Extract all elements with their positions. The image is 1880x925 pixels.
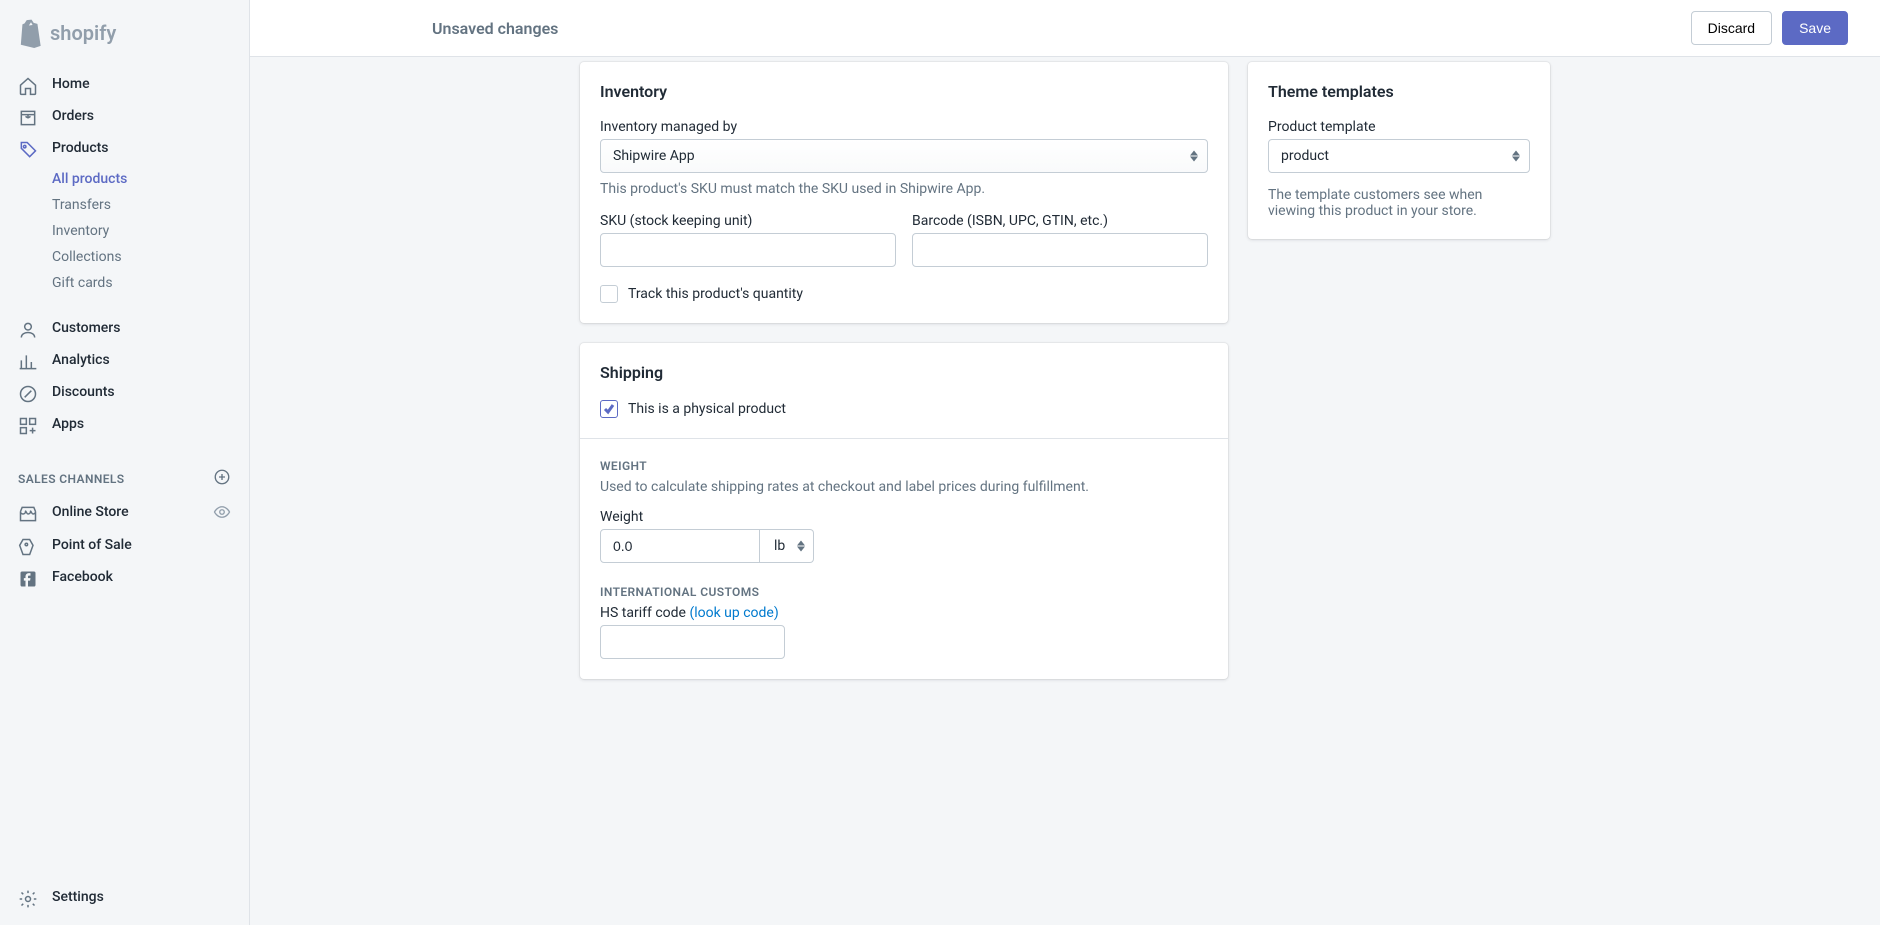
unsaved-changes-label: Unsaved changes (432, 19, 558, 38)
facebook-icon (18, 569, 38, 589)
weight-subheading: WEIGHT (600, 459, 1208, 473)
view-store-icon[interactable] (213, 503, 231, 525)
theme-templates-card: Theme templates Product template product… (1248, 62, 1550, 239)
nav-gift-cards[interactable]: Gift cards (0, 270, 249, 296)
add-channel-button[interactable] (213, 468, 231, 489)
barcode-input[interactable] (912, 233, 1208, 267)
discard-button[interactable]: Discard (1691, 11, 1772, 45)
apps-icon (18, 416, 38, 436)
online-store-icon (18, 504, 38, 524)
nav-all-products[interactable]: All products (0, 166, 249, 192)
theme-heading: Theme templates (1268, 82, 1530, 101)
discounts-icon (18, 384, 38, 404)
settings-icon (18, 889, 38, 909)
products-icon (18, 140, 38, 160)
nav-analytics[interactable]: Analytics (0, 346, 249, 378)
weight-helper: Used to calculate shipping rates at chec… (600, 479, 1208, 495)
inventory-managed-by-select[interactable]: Shipwire App (600, 139, 1208, 173)
brand-name: shopify (50, 21, 116, 45)
product-template-label: Product template (1268, 119, 1530, 135)
brand-logo: shopify (0, 18, 249, 70)
nav-settings[interactable]: Settings (0, 883, 249, 915)
track-quantity-label: Track this product's quantity (628, 286, 803, 302)
sidebar: shopify Home Orders Products All product… (0, 0, 250, 925)
nav-collections[interactable]: Collections (0, 244, 249, 270)
customers-icon (18, 320, 38, 340)
chevron-updown-icon (1512, 151, 1520, 162)
sku-input[interactable] (600, 233, 896, 267)
analytics-icon (18, 352, 38, 372)
chevron-updown-icon (797, 541, 805, 552)
nav-facebook[interactable]: Facebook (0, 563, 249, 595)
home-icon (18, 76, 38, 96)
hs-tariff-label: HS tariff code (600, 605, 689, 621)
chevron-updown-icon (1190, 151, 1198, 162)
inventory-card: Inventory Inventory managed by Shipwire … (580, 62, 1228, 323)
product-template-select[interactable]: product (1268, 139, 1530, 173)
customs-subheading: INTERNATIONAL CUSTOMS (600, 585, 1208, 599)
weight-unit-select[interactable]: lb (760, 529, 814, 563)
nav-products[interactable]: Products (0, 134, 249, 166)
sku-helper-text: This product's SKU must match the SKU us… (600, 181, 1208, 197)
lookup-code-link[interactable]: (look up code) (689, 605, 778, 621)
shipping-card: Shipping This is a physical product WEIG… (580, 343, 1228, 679)
nav-apps[interactable]: Apps (0, 410, 249, 442)
sales-channels-heading: SALES CHANNELS (0, 450, 249, 497)
nav-online-store[interactable]: Online Store (0, 497, 249, 531)
nav-inventory[interactable]: Inventory (0, 218, 249, 244)
orders-icon (18, 108, 38, 128)
barcode-label: Barcode (ISBN, UPC, GTIN, etc.) (912, 213, 1208, 229)
sku-label: SKU (stock keeping unit) (600, 213, 896, 229)
nav-customers[interactable]: Customers (0, 314, 249, 346)
physical-product-checkbox[interactable] (600, 400, 618, 418)
shipping-heading: Shipping (600, 363, 1208, 382)
pos-icon (18, 537, 38, 557)
inventory-heading: Inventory (600, 82, 1208, 101)
hs-tariff-input[interactable] (600, 625, 785, 659)
shopify-logo-icon (18, 18, 44, 48)
nav-point-of-sale[interactable]: Point of Sale (0, 531, 249, 563)
weight-label: Weight (600, 509, 1208, 525)
nav-orders[interactable]: Orders (0, 102, 249, 134)
content-area: Inventory Inventory managed by Shipwire … (250, 57, 1880, 925)
track-quantity-checkbox[interactable] (600, 285, 618, 303)
physical-product-label: This is a physical product (628, 401, 786, 417)
save-button[interactable]: Save (1782, 11, 1848, 45)
nav-discounts[interactable]: Discounts (0, 378, 249, 410)
nav-home[interactable]: Home (0, 70, 249, 102)
nav-transfers[interactable]: Transfers (0, 192, 249, 218)
theme-helper: The template customers see when viewing … (1268, 187, 1530, 219)
inventory-managed-by-label: Inventory managed by (600, 119, 1208, 135)
topbar: Unsaved changes Discard Save (250, 0, 1880, 57)
weight-input[interactable] (600, 529, 760, 563)
